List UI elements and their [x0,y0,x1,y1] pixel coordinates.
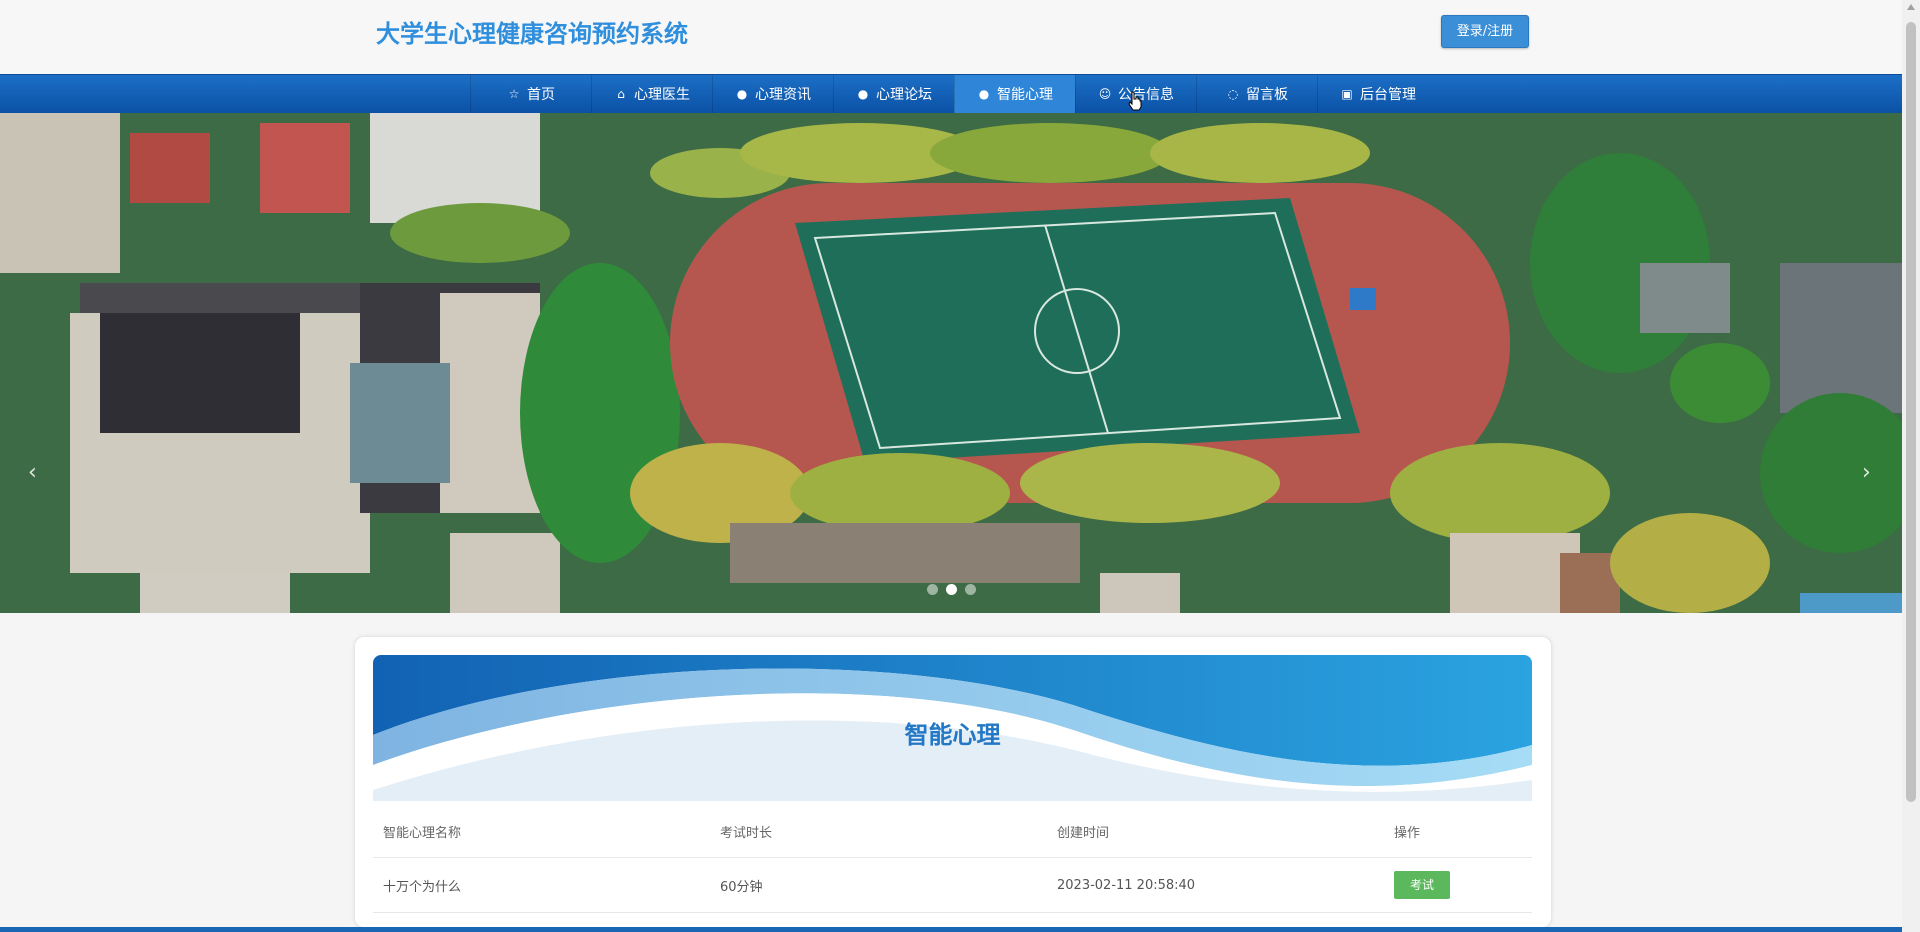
column-header-duration: 考试时长 [710,805,1047,858]
site-title: 大学生心理健康咨询预约系统 [376,20,688,48]
scrollbar-thumb[interactable] [1906,22,1916,802]
section-title: 智能心理 [904,721,1001,749]
cell-action: 考试 [1384,857,1532,913]
question-icon: ● [857,87,869,101]
nav-item-label: 心理资讯 [755,87,811,103]
cell-duration: 60分钟 [710,857,1047,913]
calendar-icon: ▣ [1341,87,1353,101]
site-header: 大学生心理健康咨询预约系统 登录/注册 [0,0,1902,74]
nav-item-label: 心理论坛 [876,87,932,103]
main-nav: ☆ 首页 ⌂ 心理医生 ● 心理资讯 ● 心理论坛 ● 智能心理 ☺ 公告信息 … [0,74,1902,113]
nav-item-doctors[interactable]: ⌂ 心理医生 [591,75,712,113]
carousel-indicators [927,584,976,595]
nav-item-label: 公告信息 [1118,87,1174,103]
column-header-created: 创建时间 [1047,805,1384,858]
nav-item-forum[interactable]: ● 心理论坛 [833,75,954,113]
nav-item-home[interactable]: ☆ 首页 [470,75,591,113]
exam-table: 智能心理名称 考试时长 创建时间 操作 十万个为什么 60分钟 2023-02-… [373,805,1532,913]
nav-item-label: 后台管理 [1360,87,1416,103]
scroll-up-arrow-icon[interactable] [1907,4,1915,10]
campus-aerial-image [0,113,1902,613]
cell-created: 2023-02-11 20:58:40 [1047,857,1384,913]
bag-icon: ⌂ [617,87,625,101]
chat-icon: ◌ [1227,87,1239,101]
carousel-dot[interactable] [965,584,976,595]
cell-name: 十万个为什么 [373,857,710,913]
nav-item-label: 首页 [527,87,555,103]
smile-icon: ☺ [1098,87,1112,101]
hero-banner-carousel[interactable]: ‹ › [0,113,1902,613]
carousel-prev-arrow[interactable]: ‹ [28,460,37,485]
nav-item-smart-psychology[interactable]: ● 智能心理 [954,75,1075,113]
table-row: 十万个为什么 60分钟 2023-02-11 20:58:40 考试 [373,857,1532,913]
carousel-next-arrow[interactable]: › [1862,460,1871,485]
card-header-banner: 智能心理 [373,655,1532,801]
nav-item-admin[interactable]: ▣ 后台管理 [1317,75,1438,113]
info-icon: ● [736,87,748,101]
footer-bar [0,927,1902,932]
carousel-dot[interactable] [927,584,938,595]
column-header-name: 智能心理名称 [373,805,710,858]
info-icon: ● [978,87,990,101]
star-icon: ☆ [508,87,520,101]
table-header-row: 智能心理名称 考试时长 创建时间 操作 [373,805,1532,858]
carousel-dot-active[interactable] [946,584,957,595]
nav-item-label: 智能心理 [997,87,1053,103]
smart-psychology-card: 智能心理 智能心理名称 考试时长 创建时间 操作 十万个为什么 60分钟 202… [354,636,1552,928]
login-register-button[interactable]: 登录/注册 [1441,15,1529,48]
nav-item-message-board[interactable]: ◌ 留言板 [1196,75,1317,113]
page-scrollbar[interactable] [1902,0,1920,932]
hand-cursor-icon [1128,91,1142,111]
nav-item-label: 心理医生 [634,87,690,103]
nav-item-news[interactable]: ● 心理资讯 [712,75,833,113]
column-header-action: 操作 [1384,805,1532,858]
nav-item-label: 留言板 [1246,87,1288,103]
take-exam-button[interactable]: 考试 [1394,871,1450,899]
